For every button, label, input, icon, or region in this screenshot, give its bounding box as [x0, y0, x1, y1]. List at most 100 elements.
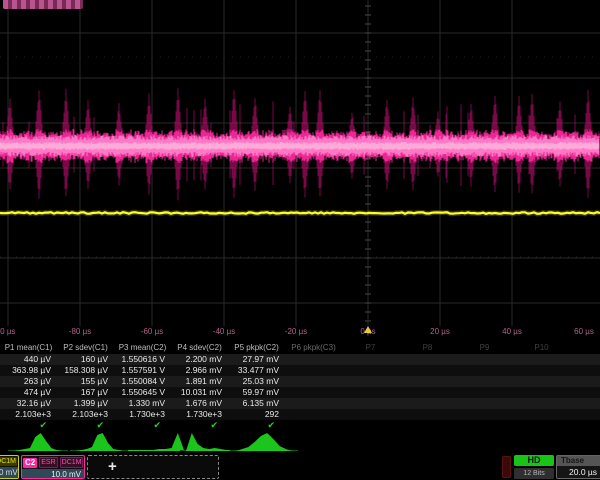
- c1-coupling-badge: DC1M: [0, 457, 17, 466]
- measure-P1-sdev: 32.16 µV: [0, 398, 57, 409]
- measure-P5-sdev: 6.135 mV: [228, 398, 285, 409]
- channel-c1-descriptor[interactable]: DC1M 0 mV: [0, 455, 19, 479]
- measure-header-P6[interactable]: P6 pkpk(C3): [285, 342, 342, 354]
- c2-eres-badge: ESR: [39, 457, 57, 468]
- measure-P8-value: [399, 354, 456, 365]
- hd-bits-label: 12 Bits: [514, 468, 554, 479]
- measure-P6-num: [285, 409, 342, 420]
- measure-P9-value: [456, 354, 513, 365]
- measurement-table: P1 mean(C1)P2 sdev(C1)P3 mean(C2)P4 sdev…: [0, 342, 600, 431]
- measure-header-P8[interactable]: P8: [399, 342, 456, 354]
- measure-header-P9[interactable]: P9: [456, 342, 513, 354]
- measure-P5-num: 292: [228, 409, 285, 420]
- measure-P7-num: [342, 409, 399, 420]
- measure-P6-max: [285, 387, 342, 398]
- measure-P5-mean: 33.477 mV: [228, 365, 285, 376]
- time-axis: -100 µs-80 µs-60 µs-40 µs-20 µs0 µs20 µs…: [0, 325, 600, 339]
- measure-P4-num: 1.730e+3: [171, 409, 228, 420]
- timebase-value: 20.0 µs: [557, 466, 600, 478]
- time-axis-label: -100 µs: [0, 327, 15, 336]
- cropped-trigger-descriptor[interactable]: [502, 456, 511, 478]
- measure-P3-max: 1.550645 V: [114, 387, 171, 398]
- measure-row-value: 440 µV160 µV1.550616 V2.200 mV27.97 mV: [0, 354, 600, 365]
- measure-P1-mean: 363.98 µV: [0, 365, 57, 376]
- measure-P5-max: 59.97 mV: [228, 387, 285, 398]
- measure-P3-sdev: 1.330 mV: [114, 398, 171, 409]
- measure-P1-min: 263 µV: [0, 376, 57, 387]
- histicon-strip: [0, 429, 600, 454]
- histicon-P3[interactable]: [122, 433, 190, 451]
- measure-P2-mean: 158.308 µV: [57, 365, 114, 376]
- histicon-P5[interactable]: [230, 433, 298, 451]
- measure-P6-sdev: [285, 398, 342, 409]
- hd-mode-badge[interactable]: HD 12 Bits: [514, 455, 554, 479]
- channel-c2-descriptor[interactable]: C2 ESR DC1M 10.0 mV: [21, 455, 85, 479]
- measure-P4-min: 1.891 mV: [171, 376, 228, 387]
- measure-P9-mean: [456, 365, 513, 376]
- measure-P6-mean: [285, 365, 342, 376]
- measure-P2-value: 160 µV: [57, 354, 114, 365]
- measure-P2-sdev: 1.399 µV: [57, 398, 114, 409]
- measure-P8-min: [399, 376, 456, 387]
- time-axis-label: -20 µs: [285, 327, 307, 336]
- measure-P10-sdev: [513, 398, 570, 409]
- measure-P10-value: [513, 354, 570, 365]
- measure-P5-value: 27.97 mV: [228, 354, 285, 365]
- c2-channel-chip: C2: [23, 458, 37, 468]
- descriptor-bar: DC1M 0 mV C2 ESR DC1M 10.0 mV + HD 12 Bi…: [0, 453, 600, 480]
- time-axis-label: 20 µs: [430, 327, 450, 336]
- measure-P9-max: [456, 387, 513, 398]
- measure-P2-min: 155 µV: [57, 376, 114, 387]
- trigger-position-marker[interactable]: [364, 326, 372, 333]
- measure-P3-value: 1.550616 V: [114, 354, 171, 365]
- histicon-P2[interactable]: [70, 433, 130, 451]
- waveform-display[interactable]: [0, 0, 600, 326]
- measure-header-P7[interactable]: P7: [342, 342, 399, 354]
- histicon-P1[interactable]: [8, 433, 68, 451]
- add-trace-button[interactable]: +: [87, 455, 219, 479]
- c2-scale-value: 10.0 mV: [22, 469, 84, 479]
- hd-label: HD: [514, 455, 554, 466]
- measure-P10-max: [513, 387, 570, 398]
- measure-P9-num: [456, 409, 513, 420]
- measure-header-P2[interactable]: P2 sdev(C1): [57, 342, 114, 354]
- timebase-title: Tbase: [557, 456, 600, 466]
- time-axis-label: -40 µs: [213, 327, 235, 336]
- measure-header-P4[interactable]: P4 sdev(C2): [171, 342, 228, 354]
- measure-header-P5[interactable]: P5 pkpk(C2): [228, 342, 285, 354]
- measure-row-min: 263 µV155 µV1.550084 V1.891 mV25.03 mV: [0, 376, 600, 387]
- measure-P1-max: 474 µV: [0, 387, 57, 398]
- measure-P7-min: [342, 376, 399, 387]
- measure-P3-min: 1.550084 V: [114, 376, 171, 387]
- histicon-P4[interactable]: [180, 433, 244, 451]
- measure-P2-num: 2.103e+3: [57, 409, 114, 420]
- oscilloscope-screen: -100 µs-80 µs-60 µs-40 µs-20 µs0 µs20 µs…: [0, 0, 600, 480]
- time-axis-label: -60 µs: [141, 327, 163, 336]
- measure-P6-value: [285, 354, 342, 365]
- measure-header-P10[interactable]: P10: [513, 342, 570, 354]
- measure-P6-min: [285, 376, 342, 387]
- measure-P7-sdev: [342, 398, 399, 409]
- measure-P10-mean: [513, 365, 570, 376]
- measure-P4-max: 10.031 mV: [171, 387, 228, 398]
- measure-P7-value: [342, 354, 399, 365]
- measure-P1-num: 2.103e+3: [0, 409, 57, 420]
- timebase-descriptor[interactable]: Tbase 20.0 µs: [556, 455, 600, 479]
- measure-header-P3[interactable]: P3 mean(C2): [114, 342, 171, 354]
- measure-P5-min: 25.03 mV: [228, 376, 285, 387]
- measure-P9-sdev: [456, 398, 513, 409]
- measure-P3-num: 1.730e+3: [114, 409, 171, 420]
- measure-P9-min: [456, 376, 513, 387]
- time-axis-label: -80 µs: [69, 327, 91, 336]
- plus-icon: +: [108, 458, 117, 475]
- measure-P8-mean: [399, 365, 456, 376]
- measure-row-mean: 363.98 µV158.308 µV1.557591 V2.966 mV33.…: [0, 365, 600, 376]
- measure-P8-sdev: [399, 398, 456, 409]
- measure-header-P1[interactable]: P1 mean(C1): [0, 342, 57, 354]
- measure-P7-mean: [342, 365, 399, 376]
- time-axis-label: 60 µs: [574, 327, 594, 336]
- measure-P10-min: [513, 376, 570, 387]
- measure-P2-max: 167 µV: [57, 387, 114, 398]
- measure-row-num: 2.103e+32.103e+31.730e+31.730e+3292: [0, 409, 600, 420]
- time-axis-label: 40 µs: [502, 327, 522, 336]
